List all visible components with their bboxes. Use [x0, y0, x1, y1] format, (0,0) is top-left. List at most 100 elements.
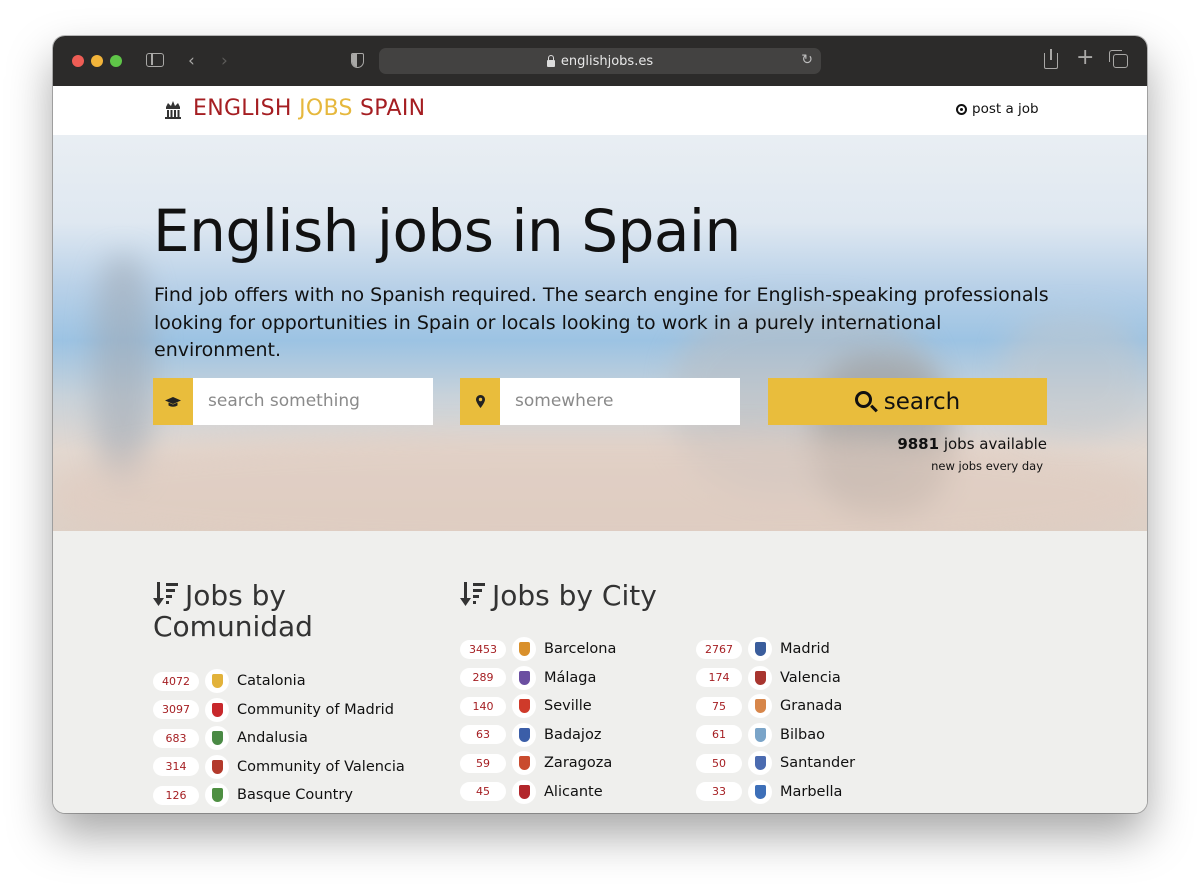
location-name: Basque Country [237, 787, 353, 803]
post-job-link[interactable]: post a job [956, 101, 1039, 117]
jobs-count-number: 9881 [897, 435, 940, 453]
job-count-badge: 2767 [696, 639, 742, 659]
list-item[interactable]: 126 Basque Country [153, 783, 353, 807]
new-jobs-note: new jobs every day [931, 459, 1043, 473]
sort-amount-icon [460, 582, 485, 606]
job-count-badge: 140 [460, 696, 506, 716]
job-count-badge: 61 [696, 725, 742, 744]
jobs-count-label: jobs available [939, 435, 1047, 453]
location-name: Bilbao [780, 726, 825, 743]
list-item[interactable]: 61 Bilbao [696, 722, 825, 747]
coat-of-arms-icon [748, 665, 772, 690]
coat-of-arms-icon [748, 637, 772, 661]
location-name: Catalonia [237, 673, 306, 689]
list-item[interactable]: 314 Community of Valencia [153, 754, 405, 779]
post-job-label: post a job [972, 101, 1039, 117]
comunidad-title-line2: Comunidad [153, 610, 313, 643]
coat-of-arms-icon [748, 751, 772, 775]
close-window-button[interactable] [72, 55, 84, 67]
list-item[interactable]: 4072 Catalonia [153, 669, 306, 693]
location-name: Santander [780, 755, 856, 771]
coat-of-arms-icon [512, 637, 536, 661]
list-item[interactable]: 45 Alicante [460, 779, 603, 804]
coat-of-arms-icon [748, 694, 772, 718]
job-count-badge: 75 [696, 696, 742, 716]
share-icon[interactable] [1044, 49, 1058, 69]
hero-background-blur [93, 255, 153, 485]
new-tab-icon[interactable]: + [1076, 47, 1094, 69]
keyword-search-input[interactable]: search something [193, 378, 433, 425]
coat-of-arms-icon [512, 722, 536, 747]
map-marker-icon [460, 378, 500, 425]
city-section-title: Jobs by City [460, 580, 657, 611]
search-button-label: search [883, 388, 961, 415]
list-item[interactable]: 3097 Community of Madrid [153, 697, 394, 722]
address-bar[interactable]: englishjobs.es ↻ [379, 48, 821, 74]
forward-icon[interactable]: › [221, 51, 228, 71]
job-count-badge: 289 [460, 668, 506, 687]
location-name: Barcelona [544, 641, 617, 657]
reload-icon[interactable]: ↻ [801, 52, 813, 68]
search-button[interactable]: search [768, 378, 1047, 425]
sort-amount-icon [153, 582, 178, 606]
tab-overview-icon[interactable] [1109, 50, 1128, 68]
location-name: Madrid [780, 641, 830, 657]
comunidad-title-line1: Jobs by [185, 579, 286, 612]
job-count-badge: 3097 [153, 700, 199, 719]
site-header: ENGLISH JOBS SPAIN post a job [53, 86, 1147, 135]
location-search-input[interactable]: somewhere [500, 378, 740, 425]
brand-part-3: SPAIN [352, 96, 426, 121]
minimize-window-button[interactable] [91, 55, 103, 67]
browser-window: ‹ › englishjobs.es ↻ + ENGLISH JOBS SPAI… [53, 36, 1147, 813]
browser-toolbar: ‹ › englishjobs.es ↻ + [53, 36, 1147, 86]
location-name: Badajoz [544, 726, 602, 743]
hero-title: English jobs in Spain [153, 197, 741, 265]
list-item[interactable]: 140 Seville [460, 694, 592, 718]
coat-of-arms-icon [512, 751, 536, 775]
list-item[interactable]: 33 Marbella [696, 779, 843, 804]
coat-of-arms-icon [748, 779, 772, 804]
job-count-badge: 50 [696, 753, 742, 773]
location-name: Community of Valencia [237, 758, 405, 775]
list-item[interactable]: 75 Granada [696, 694, 842, 718]
list-item[interactable]: 2767 Madrid [696, 637, 830, 661]
location-name: Seville [544, 698, 592, 714]
graduation-cap-icon [153, 378, 193, 425]
list-item[interactable]: 50 Santander [696, 751, 855, 775]
coat-of-arms-icon [205, 783, 229, 807]
list-item[interactable]: 174 Valencia [696, 665, 841, 690]
brand-part-1: ENGLISH [193, 96, 300, 121]
location-name: Zaragoza [544, 755, 613, 771]
list-item[interactable]: 59 Zaragoza [460, 751, 612, 775]
list-item[interactable]: 683 Andalusia [153, 726, 308, 750]
coat-of-arms-icon [512, 665, 536, 690]
lock-icon [546, 54, 555, 67]
job-count-badge: 63 [460, 725, 506, 744]
coat-of-arms-icon [748, 722, 772, 747]
job-count-badge: 683 [153, 728, 199, 748]
maximize-window-button[interactable] [110, 55, 122, 67]
privacy-shield-icon[interactable] [351, 53, 364, 68]
url-text: englishjobs.es [560, 53, 654, 69]
coat-of-arms-icon [205, 726, 229, 750]
keyword-search: search something [153, 378, 433, 425]
job-count-badge: 45 [460, 782, 506, 801]
list-item[interactable]: 289 Málaga [460, 665, 597, 690]
back-icon[interactable]: ‹ [188, 51, 195, 71]
job-count-badge: 33 [696, 782, 742, 801]
location-name: Málaga [544, 669, 597, 686]
job-count-badge: 3453 [460, 639, 506, 659]
location-name: Valencia [780, 669, 841, 686]
sidebar-toggle-icon[interactable] [146, 53, 164, 67]
job-count-badge: 126 [153, 785, 199, 805]
location-name: Granada [780, 698, 843, 714]
location-name: Marbella [780, 783, 843, 800]
site-logo[interactable]: ENGLISH JOBS SPAIN [163, 96, 425, 121]
brand-name: ENGLISH JOBS SPAIN [193, 96, 425, 121]
location-name: Community of Madrid [237, 701, 394, 718]
coat-of-arms-icon [512, 694, 536, 718]
list-item[interactable]: 3453 Barcelona [460, 637, 616, 661]
job-count-badge: 4072 [153, 671, 199, 691]
target-icon [956, 103, 967, 115]
list-item[interactable]: 63 Badajoz [460, 722, 602, 747]
